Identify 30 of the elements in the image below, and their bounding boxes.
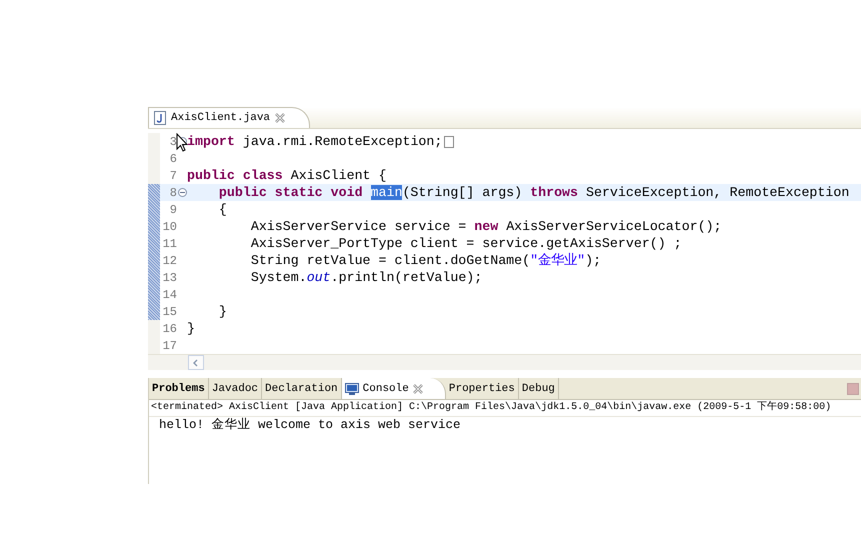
- maximize-button[interactable]: [847, 382, 859, 394]
- chevron-left-icon: [192, 358, 200, 366]
- panel-tab[interactable]: Javadoc: [208, 378, 262, 399]
- code-line: {: [218, 202, 227, 218]
- close-icon[interactable]: [275, 113, 286, 123]
- code-line: public class AxisClient {: [187, 168, 386, 184]
- code-line: String retValue = client.doGetName("金华业");: [250, 252, 602, 268]
- code-line: AxisServerService service = new AxisServerServiceLocator();: [250, 218, 722, 234]
- code-line: }: [218, 304, 227, 320]
- panel-tab[interactable]: Debug: [518, 378, 559, 399]
- panel-tab[interactable]: Console: [342, 378, 446, 399]
- pointer-icon: [176, 133, 188, 152]
- horizontal-scrollbar[interactable]: [148, 354, 861, 370]
- console-icon: [344, 382, 359, 394]
- line-number: 8: [168, 186, 177, 200]
- collapse-icon[interactable]: [178, 188, 186, 197]
- close-icon[interactable]: [412, 384, 423, 394]
- console-output: hello! 金华业 welcome to axis web service: [158, 417, 462, 434]
- java-file-icon: [154, 111, 166, 125]
- folded-code-icon[interactable]: [444, 136, 454, 148]
- code-line: import java.rmi.RemoteException;: [187, 134, 442, 150]
- code-line: }: [187, 320, 195, 336]
- console-header: <terminated> AxisClient [Java Application] C:\Program Files\Java\jdk1.5.0_04\bin\javaw.exe (2009-5-1 下午09:58:00): [149, 400, 861, 417]
- code-line: AxisServer_PortType client = service.getAxisServer() ;: [250, 236, 682, 252]
- editor-tab[interactable]: AxisClient.java: [148, 107, 310, 128]
- code-line: public static void main(String[] args) throws ServiceException, RemoteException: [218, 184, 850, 200]
- scroll-left-button[interactable]: [188, 355, 204, 370]
- code-line: System.out.println(retValue);: [250, 270, 482, 286]
- panel-tab[interactable]: Problems: [149, 378, 209, 399]
- panel-tab[interactable]: Properties: [446, 378, 519, 399]
